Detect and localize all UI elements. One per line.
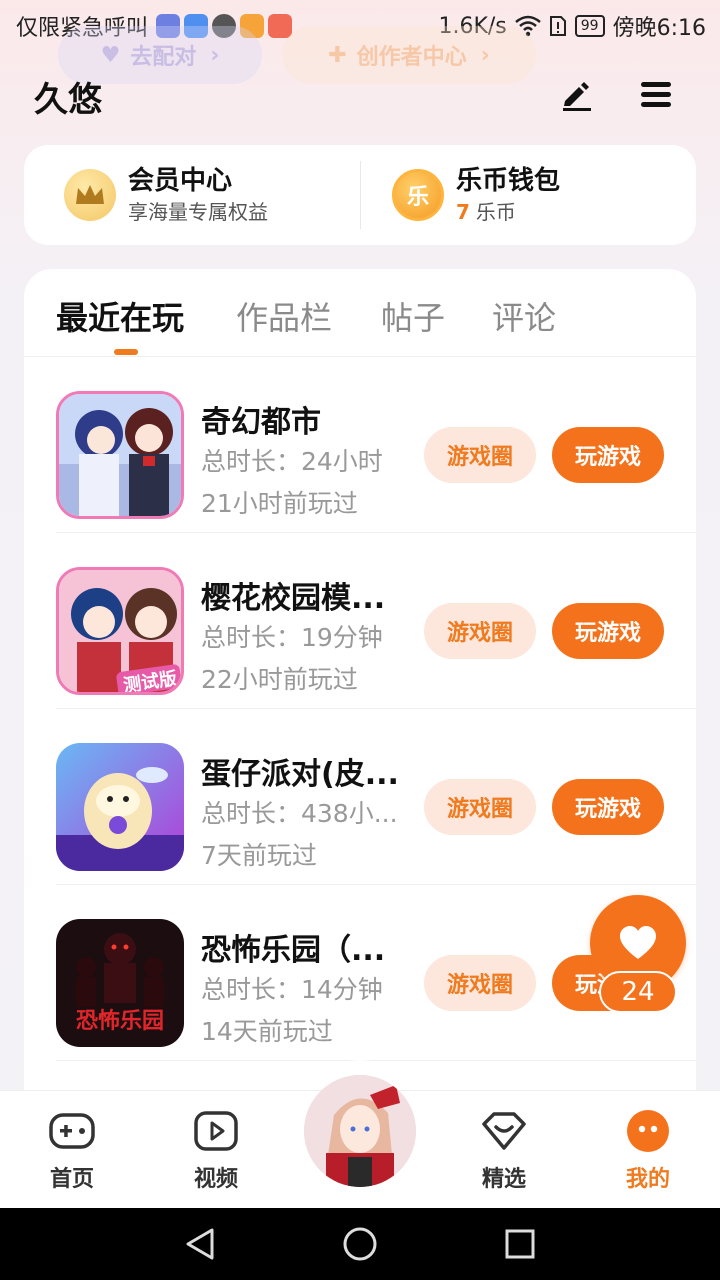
gamepad-icon	[48, 1107, 96, 1155]
game-duration: 总时长：438小...	[201, 799, 398, 828]
tab-works[interactable]: 作品栏	[236, 293, 332, 339]
top-header: 久悠	[0, 64, 720, 124]
pencil-icon	[563, 82, 591, 111]
home-circle-icon	[343, 1227, 377, 1261]
game-duration: 总时长：19分钟	[201, 623, 383, 652]
game-duration: 总时长：14分钟	[201, 975, 383, 1004]
game-thumbnail	[56, 743, 184, 871]
divider	[360, 161, 361, 229]
system-navigation-bar	[0, 1208, 720, 1280]
nav-featured[interactable]: 精选	[459, 1107, 549, 1193]
crown-icon	[64, 169, 116, 221]
wallet-balance: 7 乐币	[456, 198, 560, 226]
store-app-icon	[268, 14, 293, 38]
game-circle-button[interactable]: 游戏圈	[424, 779, 536, 835]
wallet-amount: 7	[456, 200, 470, 224]
tab-recently-played[interactable]: 最近在玩	[56, 293, 184, 339]
game-duration: 总时长：24小时	[201, 447, 383, 476]
vip-center-entry[interactable]: 会员中心 享海量专属权益	[64, 145, 268, 245]
game-circle-button[interactable]: 游戏圈	[424, 603, 536, 659]
page-title: 久悠	[34, 80, 102, 120]
menu-button[interactable]	[636, 74, 676, 114]
nav-video[interactable]: 视频	[171, 1107, 261, 1193]
wallet-title: 乐币钱包	[456, 166, 561, 196]
nav-featured-label: 精选	[481, 1167, 526, 1192]
tab-comments[interactable]: 评论	[492, 293, 556, 339]
tab-bar: 最近在玩 作品栏 帖子 评论	[24, 269, 696, 357]
game-name: 奇幻都市	[201, 405, 321, 440]
game-row[interactable]: 测试版 樱花校园模... 总时长：19分钟 22小时前玩过 游戏圈 玩游戏	[56, 533, 696, 709]
heart-icon	[620, 926, 656, 959]
nav-video-label: 视频	[193, 1167, 238, 1192]
recents-button[interactable]	[502, 1226, 538, 1262]
game-circle-button[interactable]: 游戏圈	[424, 427, 536, 483]
game-art	[56, 743, 184, 871]
center-avatar-button[interactable]	[304, 1075, 416, 1187]
nav-mine[interactable]: 我的	[603, 1107, 693, 1193]
game-thumbnail: 恐怖乐园	[56, 919, 184, 1047]
member-card: 会员中心 享海量专属权益 乐 乐币钱包 7 乐币	[24, 145, 696, 245]
content-card: 最近在玩 作品栏 帖子 评论 奇幻都市 总时长：24小时 21小时前玩过 游戏圈…	[24, 269, 696, 1109]
battery-indicator: 99	[574, 15, 605, 37]
game-last-played: 7天前玩过	[201, 841, 317, 870]
edit-button[interactable]	[556, 74, 596, 114]
vip-subtitle: 享海量专属权益	[128, 200, 268, 224]
game-row[interactable]: 蛋仔派对(皮... 总时长：438小... 7天前玩过 游戏圈 玩游戏	[56, 709, 696, 885]
nav-home-label: 首页	[49, 1167, 94, 1192]
game-last-played: 14天前玩过	[201, 1017, 333, 1046]
game-thumbnail	[56, 391, 184, 519]
play-game-button[interactable]: 玩游戏	[552, 779, 664, 835]
game-thumbnail: 测试版	[56, 567, 184, 695]
active-tab-indicator	[114, 349, 138, 355]
tab-posts[interactable]: 帖子	[381, 293, 445, 339]
wallet-unit: 乐币	[475, 200, 516, 224]
video-play-icon	[192, 1107, 240, 1155]
profile-face-icon	[624, 1107, 672, 1155]
game-name: 恐怖乐园（...	[201, 933, 386, 968]
play-game-button[interactable]: 玩游戏	[552, 603, 664, 659]
back-triangle-icon	[186, 1228, 214, 1260]
sim-alert-icon	[549, 16, 566, 36]
coin-icon: 乐	[392, 169, 444, 221]
vip-title: 会员中心	[128, 166, 233, 196]
wallet-entry[interactable]: 乐 乐币钱包 7 乐币	[392, 145, 560, 245]
diamond-heart-icon	[480, 1107, 528, 1155]
nav-home[interactable]: 首页	[27, 1107, 117, 1193]
game-name: 樱花校园模...	[201, 581, 386, 616]
game-last-played: 21小时前玩过	[201, 489, 358, 518]
game-name: 蛋仔派对(皮...	[201, 757, 399, 792]
back-button[interactable]	[182, 1226, 218, 1262]
game-last-played: 22小时前玩过	[201, 665, 358, 694]
play-game-button[interactable]: 玩游戏	[552, 427, 664, 483]
recents-square-icon	[505, 1229, 535, 1259]
home-button[interactable]	[342, 1226, 378, 1262]
clock: 傍晚6:16	[612, 16, 706, 41]
hamburger-menu-icon	[641, 82, 671, 107]
game-circle-button[interactable]: 游戏圈	[424, 955, 536, 1011]
horror-park-logo: 恐怖乐园	[75, 1009, 164, 1034]
nav-mine-label: 我的	[625, 1167, 670, 1192]
game-art	[59, 394, 181, 516]
avatar	[304, 1075, 416, 1187]
like-count: 24	[599, 971, 677, 1013]
game-row[interactable]: 奇幻都市 总时长：24小时 21小时前玩过 游戏圈 玩游戏	[56, 357, 696, 533]
